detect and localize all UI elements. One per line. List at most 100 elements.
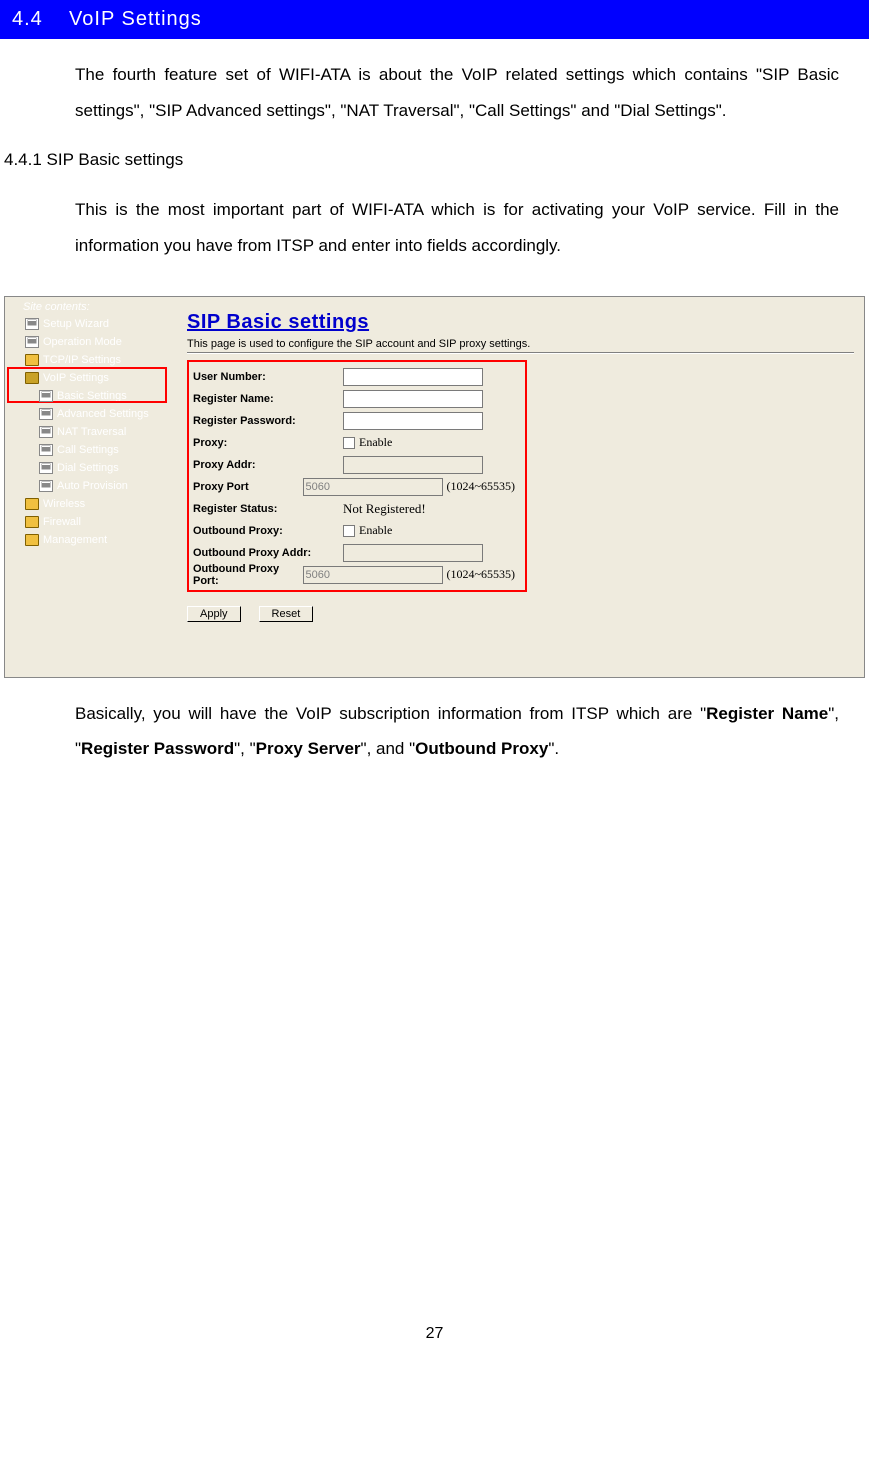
p3-pre: Basically, you will have the VoIP subscr… [75, 704, 706, 723]
tree-item[interactable]: Setup Wizard [25, 315, 173, 333]
bold-register-name: Register Name [706, 704, 828, 723]
page-icon [39, 444, 53, 456]
text-input [343, 456, 483, 474]
tree-item-label: Management [43, 531, 107, 549]
bold-register-password: Register Password [81, 739, 234, 758]
form-label: Proxy: [193, 437, 343, 449]
tree-title: Site contents: [11, 301, 173, 313]
tree-item-label: Wireless [43, 495, 85, 513]
folder-icon [25, 354, 39, 366]
page-icon [39, 408, 53, 420]
form-row: Outbound Proxy: Enable [193, 520, 515, 542]
form-row: Register Password: [193, 410, 515, 432]
form-label: Proxy Addr: [193, 459, 343, 471]
page-icon [39, 426, 53, 438]
tree-item[interactable]: Management [25, 531, 173, 549]
tree-item-label: Setup Wizard [43, 315, 109, 333]
section-header: 4.4 VoIP Settings [0, 0, 869, 39]
form-label: Outbound Proxy Addr: [193, 547, 343, 559]
p3-mid3: ", and " [361, 739, 416, 758]
tree-item[interactable]: Operation Mode [25, 333, 173, 351]
tree-item-label: Call Settings [57, 441, 119, 459]
sip-title: SIP Basic settings [187, 311, 854, 334]
text-input[interactable] [343, 368, 483, 386]
tree-item[interactable]: Advanced Settings [39, 405, 173, 423]
form-row: Proxy Port (1024~65535) [193, 476, 515, 498]
tree-item-label: Dial Settings [57, 459, 119, 477]
form-label: Register Status: [193, 503, 343, 515]
page-icon [25, 336, 39, 348]
tree-item[interactable]: VoIP Settings [25, 369, 173, 387]
tree-item[interactable]: Call Settings [39, 441, 173, 459]
text-input [343, 544, 483, 562]
tree-item-label: Basic Settings [57, 387, 127, 405]
form-label: Outbound Proxy: [193, 525, 343, 537]
p3-mid2: ", " [234, 739, 256, 758]
page-icon [39, 390, 53, 402]
folder-icon [25, 498, 39, 510]
content-pane: SIP Basic settings This page is used to … [173, 297, 864, 677]
tree-item[interactable]: TCP/IP Settings [25, 351, 173, 369]
form-row: Outbound Proxy Addr: [193, 542, 515, 564]
status-text: Not Registered! [343, 501, 426, 517]
tree-item[interactable]: Firewall [25, 513, 173, 531]
tree-item[interactable]: Wireless [25, 495, 173, 513]
paragraph-2: This is the most important part of WIFI-… [0, 174, 869, 281]
tree-item[interactable]: Auto Provision [39, 477, 173, 495]
form-label: Proxy Port [193, 481, 303, 493]
tree-item-label: Firewall [43, 513, 81, 531]
tree-item-label: TCP/IP Settings [43, 351, 121, 369]
tree-item[interactable]: NAT Traversal [39, 423, 173, 441]
page-icon [25, 318, 39, 330]
form-label: Outbound Proxy Port: [193, 563, 303, 587]
bold-proxy-server: Proxy Server [256, 739, 361, 758]
text-input[interactable] [343, 412, 483, 430]
tree-item[interactable]: Dial Settings [39, 459, 173, 477]
checkbox-label: Enable [359, 523, 392, 538]
form-row: Register Status:Not Registered! [193, 498, 515, 520]
apply-button[interactable]: Apply [187, 606, 241, 622]
range-text: (1024~65535) [447, 567, 515, 582]
checkbox[interactable] [343, 437, 355, 449]
checkbox-label: Enable [359, 435, 392, 450]
form-label: User Number: [193, 371, 343, 383]
folder-icon [25, 516, 39, 528]
paragraph-3: Basically, you will have the VoIP subscr… [0, 678, 869, 785]
paragraph-1: The fourth feature set of WIFI-ATA is ab… [0, 39, 869, 146]
reset-button[interactable]: Reset [259, 606, 314, 622]
sip-desc: This page is used to configure the SIP a… [187, 338, 854, 350]
form-highlight-box: User Number: Register Name: Register Passw… [187, 360, 527, 592]
tree-item-label: Operation Mode [43, 333, 122, 351]
section-number: 4.4 [12, 8, 43, 30]
config-screenshot: Site contents: Setup WizardOperation Mod… [4, 296, 865, 678]
divider [187, 352, 854, 354]
form-label: Register Password: [193, 415, 343, 427]
form-label: Register Name: [193, 393, 343, 405]
subsection-heading: 4.4.1 SIP Basic settings [0, 146, 869, 174]
tree-item-label: NAT Traversal [57, 423, 126, 441]
form-row: Outbound Proxy Port: (1024~65535) [193, 564, 515, 586]
p3-post: ". [548, 739, 559, 758]
folder-icon [25, 372, 39, 384]
form-row: Proxy Addr: [193, 454, 515, 476]
form-row: Proxy: Enable [193, 432, 515, 454]
text-input [303, 566, 443, 584]
nav-tree: Site contents: Setup WizardOperation Mod… [5, 297, 173, 677]
button-row: Apply Reset [187, 606, 854, 622]
checkbox[interactable] [343, 525, 355, 537]
text-input [303, 478, 443, 496]
tree-item-label: VoIP Settings [43, 369, 109, 387]
tree-item-label: Auto Provision [57, 477, 128, 495]
form-row: User Number: [193, 366, 515, 388]
page-icon [39, 462, 53, 474]
range-text: (1024~65535) [447, 479, 515, 494]
tree-item-label: Advanced Settings [57, 405, 149, 423]
folder-icon [25, 534, 39, 546]
section-title: VoIP Settings [69, 8, 202, 30]
form-row: Register Name: [193, 388, 515, 410]
page-icon [39, 480, 53, 492]
page-number: 27 [0, 785, 869, 1361]
bold-outbound-proxy: Outbound Proxy [415, 739, 548, 758]
tree-item[interactable]: Basic Settings [39, 387, 173, 405]
text-input[interactable] [343, 390, 483, 408]
